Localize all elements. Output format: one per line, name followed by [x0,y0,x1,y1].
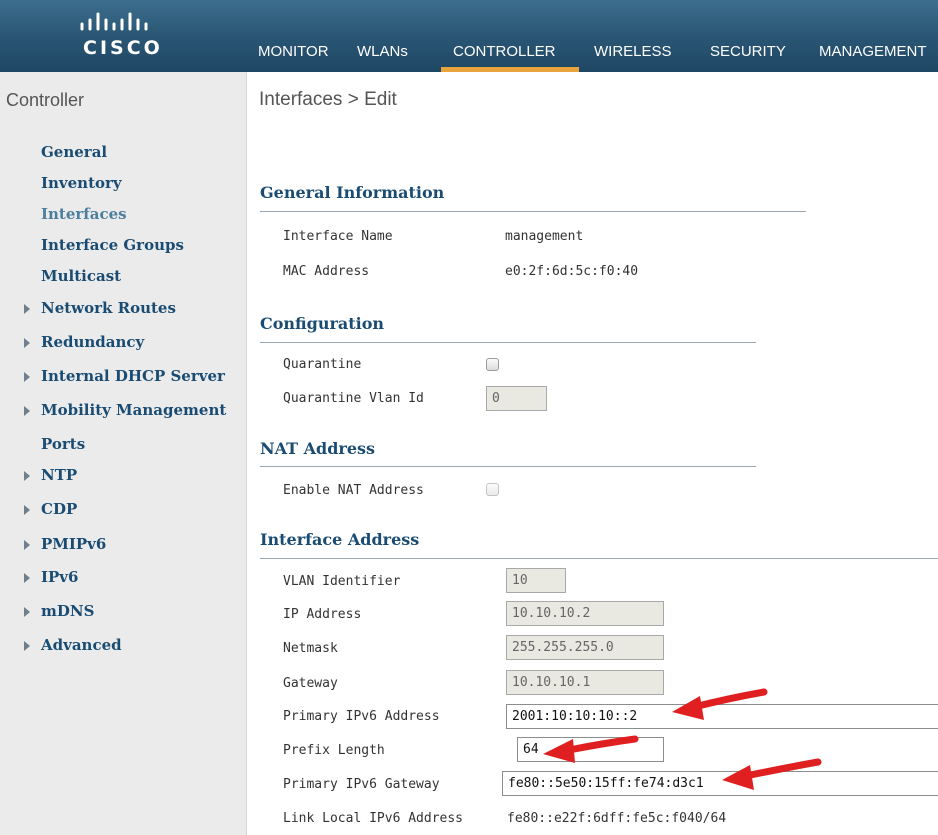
section-general-information: General Information [260,183,445,202]
mac-address-label: MAC Address [283,264,370,279]
expand-triangle-icon[interactable] [24,540,30,550]
sidebar-item-network-routes[interactable]: Network Routes [41,299,176,317]
expand-triangle-icon[interactable] [24,406,30,416]
interface-name-label: Interface Name [283,229,393,244]
sidebar-item-redundancy[interactable]: Redundancy [41,333,144,351]
page-title: Interfaces > Edit [259,89,397,110]
interface-name-value: management [505,229,584,244]
enable-nat-label: Enable NAT Address [283,483,424,498]
enable-nat-checkbox[interactable] [486,483,499,496]
vlan-identifier-label: VLAN Identifier [283,574,401,589]
link-local-ipv6-label: Link Local IPv6 Address [283,811,464,826]
quarantine-checkbox[interactable] [486,358,499,371]
section-divider [260,558,938,559]
section-divider [260,466,756,467]
nav-wlans[interactable]: WLANs [357,43,408,60]
expand-triangle-icon[interactable] [24,304,30,314]
section-interface-address: Interface Address [260,530,420,549]
expand-triangle-icon[interactable] [24,505,30,515]
sidebar-item-ports[interactable]: Ports [41,435,85,453]
quarantine-vlan-field[interactable]: 0 [486,386,547,411]
gateway-field[interactable]: 10.10.10.1 [506,670,664,695]
sidebar-item-mdns[interactable]: mDNS [41,602,94,620]
sidebar-title: Controller [6,90,85,110]
annotation-arrow-icon [722,758,822,790]
ip-address-label: IP Address [283,607,362,622]
section-nat-address: NAT Address [260,439,376,458]
netmask-label: Netmask [283,641,338,656]
nav-security[interactable]: SECURITY [710,43,786,60]
mac-address-value: e0:2f:6d:5c:f0:40 [505,264,639,279]
section-divider [260,342,756,343]
sidebar-item-advanced[interactable]: Advanced [41,636,122,654]
primary-ipv6-gateway-label: Primary IPv6 Gateway [283,777,440,792]
sidebar-item-interfaces[interactable]: Interfaces [41,205,127,223]
sidebar-item-internal-dhcp-server[interactable]: Internal DHCP Server [41,367,225,385]
sidebar-item-ntp[interactable]: NTP [41,466,77,484]
section-divider [260,211,806,212]
nav-active-indicator [441,67,579,72]
sidebar-item-inventory[interactable]: Inventory [41,174,122,192]
quarantine-vlan-label: Quarantine Vlan Id [283,391,424,406]
quarantine-label: Quarantine [283,357,362,372]
nav-management[interactable]: MANAGEMENT [819,43,927,60]
sidebar-item-ipv6[interactable]: IPv6 [41,568,78,586]
link-local-ipv6-value: fe80::e22f:6dff:fe5c:f040/64 [507,811,727,826]
expand-triangle-icon[interactable] [24,607,30,617]
cisco-wordmark: CISCO [83,37,163,59]
expand-triangle-icon[interactable] [24,338,30,348]
expand-triangle-icon[interactable] [24,471,30,481]
section-configuration: Configuration [260,314,385,333]
sidebar-item-general[interactable]: General [41,143,107,161]
sidebar [0,72,247,835]
expand-triangle-icon[interactable] [24,641,30,651]
nav-wireless[interactable]: WIRELESS [594,43,672,60]
nav-monitor[interactable]: MONITOR [258,43,329,60]
sidebar-item-pmipv6[interactable]: PMIPv6 [41,535,106,553]
sidebar-item-cdp[interactable]: CDP [41,500,77,518]
netmask-field[interactable]: 255.255.255.0 [506,635,664,660]
nav-controller[interactable]: CONTROLLER [453,43,556,60]
expand-triangle-icon[interactable] [24,372,30,382]
annotation-arrow-icon [672,688,768,720]
primary-ipv6-address-label: Primary IPv6 Address [283,709,440,724]
sidebar-item-mobility-management[interactable]: Mobility Management [41,401,226,419]
ip-address-field[interactable]: 10.10.10.2 [506,601,664,626]
sidebar-item-interface-groups[interactable]: Interface Groups [41,236,184,254]
expand-triangle-icon[interactable] [24,573,30,583]
vlan-identifier-field[interactable]: 10 [506,568,566,593]
prefix-length-label: Prefix Length [283,743,385,758]
sidebar-item-multicast[interactable]: Multicast [41,267,121,285]
gateway-label: Gateway [283,676,338,691]
annotation-arrow-icon [543,735,639,763]
